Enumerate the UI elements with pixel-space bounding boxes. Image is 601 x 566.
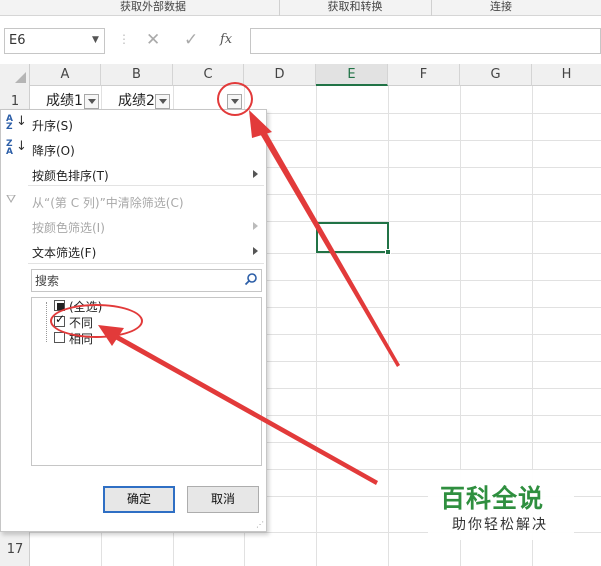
arrow-head	[249, 110, 272, 138]
arrow-head	[98, 325, 124, 346]
arrow-shaft	[259, 128, 400, 367]
watermark-title: 百科全说	[440, 484, 545, 513]
watermark-subtitle: 助你轻松解决	[452, 517, 548, 533]
arrow-shaft	[115, 335, 378, 485]
